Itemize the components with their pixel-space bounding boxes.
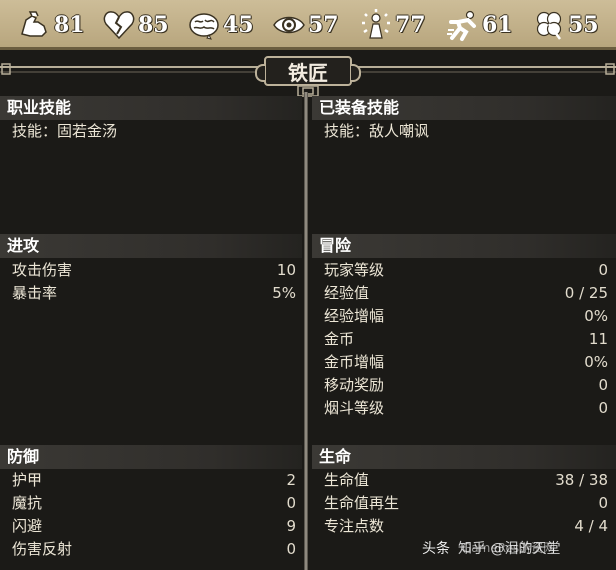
stat-number: 4 / 4 bbox=[574, 517, 608, 535]
list-item: 专注点数 4 / 4 bbox=[324, 515, 608, 538]
list-item: 魔抗 0 bbox=[12, 492, 296, 515]
stat-label: 经验值 bbox=[324, 284, 370, 302]
stat-value: 55 bbox=[568, 12, 599, 38]
character-sheet-window: 81 85 45 57 77 61 55 铁匠 职业技能 技能：固若金汤 进攻 … bbox=[0, 0, 616, 570]
stat-number: 0 bbox=[286, 494, 296, 512]
stat-label: 专注点数 bbox=[324, 517, 385, 535]
list-item: 生命值再生 0 bbox=[324, 492, 608, 515]
attribute-bar: 81 85 45 57 77 61 55 bbox=[0, 0, 616, 50]
stat-label: 魔抗 bbox=[12, 494, 43, 512]
stat-label: 金币增幅 bbox=[324, 353, 385, 371]
stat-spirit[interactable]: 77 bbox=[359, 5, 426, 45]
list-item: 攻击伤害 10 bbox=[12, 259, 296, 282]
stat-label: 移动奖励 bbox=[324, 376, 385, 394]
stat-label: 金币 bbox=[324, 330, 355, 348]
list-item: 护甲 2 bbox=[12, 469, 296, 492]
section-header-adventure: 冒险 bbox=[312, 234, 616, 258]
list-item: 伤害反射 0 bbox=[12, 538, 296, 561]
stat-strength[interactable]: 81 bbox=[18, 5, 85, 45]
skill-label: 技能：固若金汤 bbox=[12, 122, 118, 140]
list-item[interactable]: 技能：敌人嘲讽 bbox=[324, 120, 608, 143]
section-title: 职业技能 bbox=[7, 98, 72, 117]
stat-label: 暴击率 bbox=[12, 284, 58, 302]
stat-value: 77 bbox=[395, 12, 426, 38]
watermark-left: 头条 bbox=[422, 541, 450, 557]
section-title: 生命 bbox=[319, 447, 352, 466]
stat-number: 2 bbox=[286, 471, 296, 489]
list-item[interactable]: 技能：固若金汤 bbox=[12, 120, 296, 143]
stat-value: 61 bbox=[482, 12, 513, 38]
stat-number: 0 bbox=[598, 376, 608, 394]
stat-number: 38 / 38 bbox=[555, 471, 608, 489]
stat-value: 81 bbox=[54, 12, 85, 38]
stat-vitality[interactable]: 85 bbox=[102, 5, 169, 45]
watermark-mid: GameRes游资网 bbox=[462, 541, 556, 555]
stat-number: 5% bbox=[272, 284, 296, 302]
stat-number: 0 bbox=[286, 540, 296, 558]
running-figure-icon bbox=[447, 10, 476, 41]
list-item: 玩家等级 0 bbox=[324, 259, 608, 282]
class-title-text: 铁匠 bbox=[288, 60, 328, 85]
stat-agility[interactable]: 61 bbox=[446, 5, 513, 45]
list-item: 金币 11 bbox=[324, 328, 608, 351]
list-item: 金币增幅 0% bbox=[324, 351, 608, 374]
section-title: 冒险 bbox=[319, 236, 352, 255]
list-item: 经验增幅 0% bbox=[324, 305, 608, 328]
stat-value: 85 bbox=[138, 12, 169, 38]
stat-number: 0 / 25 bbox=[564, 284, 608, 302]
stat-label: 烟斗等级 bbox=[324, 399, 385, 417]
stat-label: 生命值 bbox=[324, 471, 370, 489]
stat-number: 0 bbox=[598, 494, 608, 512]
list-item: 烟斗等级 0 bbox=[324, 397, 608, 420]
skill-label: 技能：敌人嘲讽 bbox=[324, 122, 430, 140]
clover-icon bbox=[536, 11, 562, 40]
stat-number: 0% bbox=[584, 353, 608, 371]
section-header-offense: 进攻 bbox=[0, 234, 302, 258]
section-header-life: 生命 bbox=[312, 445, 616, 469]
stat-label: 闪避 bbox=[12, 517, 43, 535]
stat-luck[interactable]: 55 bbox=[532, 5, 599, 45]
section-title: 进攻 bbox=[7, 236, 40, 255]
list-item: 经验值 0 / 25 bbox=[324, 282, 608, 305]
brain-icon bbox=[189, 13, 219, 40]
stat-label: 伤害反射 bbox=[12, 540, 73, 558]
stat-perception[interactable]: 57 bbox=[272, 5, 339, 45]
stat-label: 经验增幅 bbox=[324, 307, 385, 325]
stat-number: 9 bbox=[286, 517, 296, 535]
stat-number: 0 bbox=[598, 399, 608, 417]
list-item: 移动奖励 0 bbox=[324, 374, 608, 397]
list-item: 生命值 38 / 38 bbox=[324, 469, 608, 492]
section-header-equipped-skill: 已装备技能 bbox=[312, 96, 616, 120]
stat-number: 0 bbox=[598, 261, 608, 279]
stat-value: 45 bbox=[223, 12, 254, 38]
strength-arm-icon bbox=[21, 11, 47, 37]
stat-label: 玩家等级 bbox=[324, 261, 385, 279]
stat-value: 57 bbox=[308, 12, 339, 38]
section-header-job-skill: 职业技能 bbox=[0, 96, 302, 120]
list-item: 暴击率 5% bbox=[12, 282, 296, 305]
class-title: 铁匠 bbox=[255, 56, 361, 86]
broken-heart-icon bbox=[103, 11, 135, 40]
column-divider bbox=[304, 92, 308, 570]
section-title: 防御 bbox=[7, 447, 40, 466]
list-item: 闪避 9 bbox=[12, 515, 296, 538]
stat-label: 护甲 bbox=[12, 471, 43, 489]
stat-label: 攻击伤害 bbox=[12, 261, 73, 279]
radiant-figure-icon bbox=[362, 9, 390, 39]
stat-label: 生命值再生 bbox=[324, 494, 400, 512]
stat-intelligence[interactable]: 45 bbox=[187, 5, 254, 45]
section-title: 已装备技能 bbox=[319, 98, 400, 117]
section-header-defense: 防御 bbox=[0, 445, 302, 469]
stat-number: 0% bbox=[584, 307, 608, 325]
stat-number: 10 bbox=[276, 261, 296, 279]
stat-number: 11 bbox=[588, 330, 608, 348]
eye-icon bbox=[273, 16, 305, 34]
